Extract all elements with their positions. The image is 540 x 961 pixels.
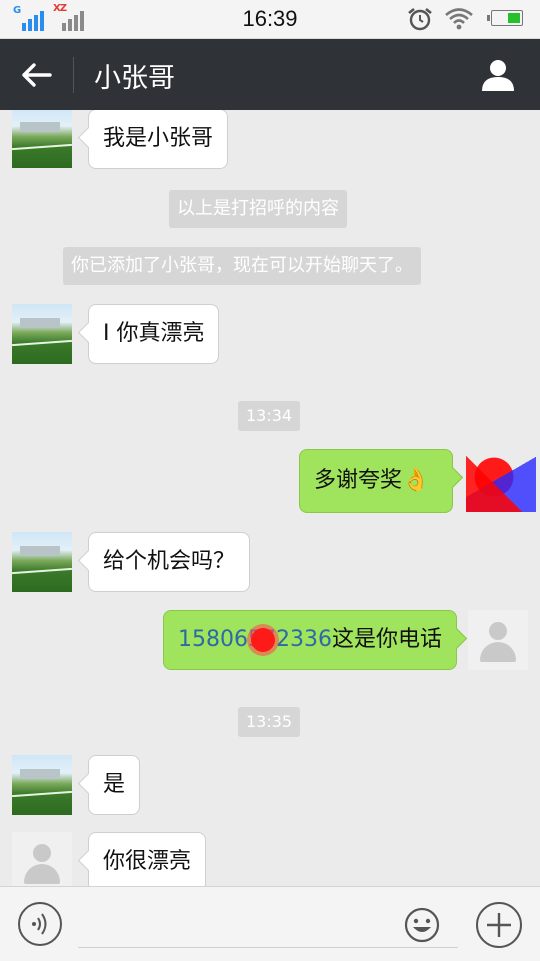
battery-icon: [487, 10, 523, 26]
message-list[interactable]: 我是小张哥 以上是打招呼的内容 你已添加了小张哥，现在可以开始聊天了。 I 你真…: [0, 110, 540, 886]
message-text: 我是小张哥: [103, 126, 214, 151]
message-text: 给个机会吗？: [103, 549, 236, 574]
wifi-icon: [445, 8, 473, 30]
message-text: 多谢夸奖: [314, 468, 403, 493]
timestamp: 13:35: [238, 707, 301, 737]
system-message: 你已添加了小张哥，现在可以开始聊天了。: [63, 247, 421, 285]
status-bar: G XZ 16:39: [0, 0, 540, 39]
emoji-icon[interactable]: [404, 907, 440, 943]
header-divider: [73, 57, 74, 93]
contact-avatar[interactable]: [12, 755, 72, 815]
incoming-message-bubble[interactable]: 给个机会吗？: [88, 532, 251, 592]
chat-header: 小张哥: [0, 39, 540, 110]
voice-icon: [32, 913, 47, 935]
incoming-message-bubble[interactable]: 你很漂亮: [88, 832, 207, 886]
system-message: 以上是打招呼的内容: [169, 190, 347, 228]
back-arrow-icon[interactable]: [18, 57, 56, 93]
ok-hand-emoji: 👌: [402, 468, 430, 493]
outgoing-message-bubble[interactable]: 15806572336这是你电话: [163, 610, 457, 670]
contact-avatar[interactable]: [12, 832, 72, 886]
alarm-clock-icon: [408, 7, 432, 31]
redaction-mark: [246, 620, 280, 660]
input-bar: [0, 886, 540, 961]
contact-avatar[interactable]: [12, 532, 72, 592]
message-text: 是: [103, 772, 126, 797]
plus-icon: [487, 913, 511, 937]
voice-button[interactable]: [18, 902, 62, 946]
contact-avatar[interactable]: [12, 110, 72, 168]
profile-icon[interactable]: [478, 55, 518, 95]
chat-title: 小张哥: [94, 63, 175, 94]
timestamp: 13:34: [238, 401, 301, 431]
message-text: 你很漂亮: [103, 849, 192, 874]
message-input[interactable]: [78, 905, 392, 947]
outgoing-message-bubble[interactable]: 多谢夸奖👌: [299, 449, 453, 513]
redacted-avatar[interactable]: [466, 442, 536, 512]
message-text: I 你真漂亮: [103, 321, 205, 346]
input-underline: [78, 947, 458, 948]
contact-avatar[interactable]: [12, 304, 72, 364]
incoming-message-bubble[interactable]: 是: [88, 755, 141, 815]
plus-button[interactable]: [476, 902, 522, 948]
message-text: 这是你电话: [331, 627, 442, 652]
incoming-message-bubble[interactable]: 我是小张哥: [88, 110, 229, 169]
incoming-message-bubble[interactable]: I 你真漂亮: [88, 304, 220, 364]
my-avatar[interactable]: [468, 610, 528, 670]
